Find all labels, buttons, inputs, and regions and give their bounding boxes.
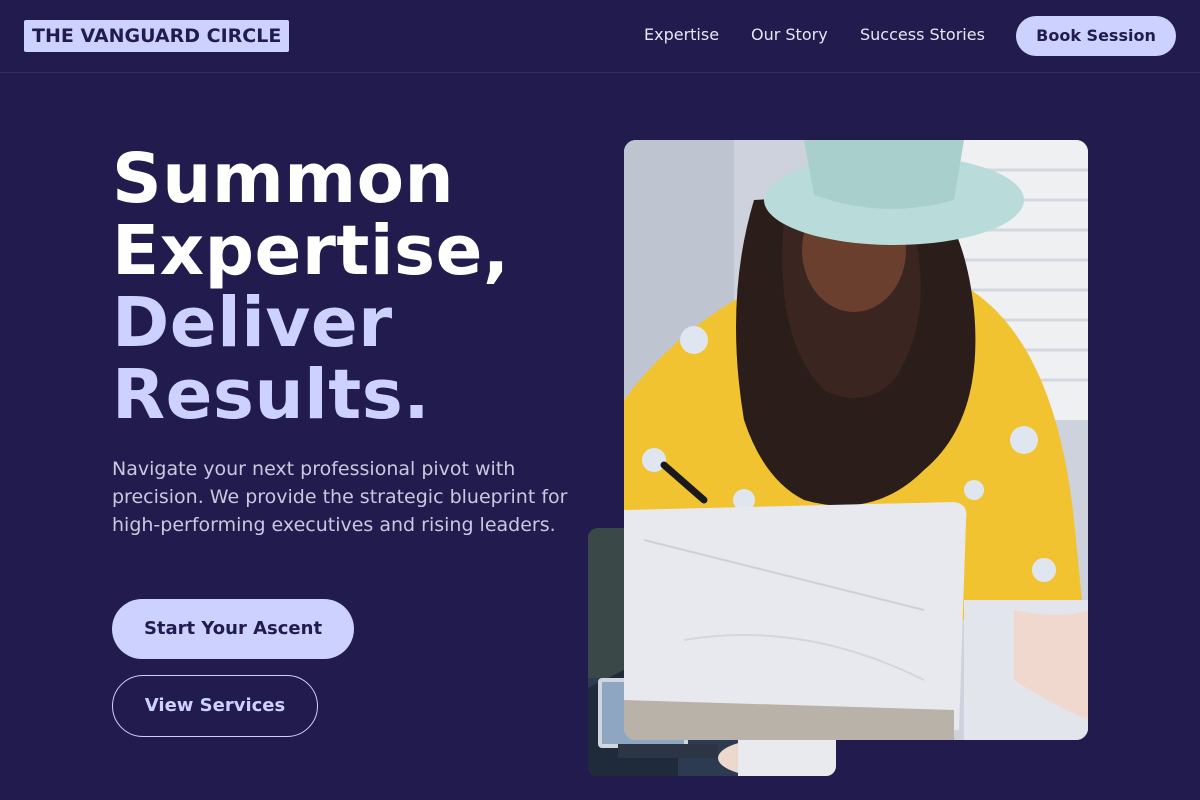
nav-link-success-stories[interactable]: Success Stories — [860, 25, 985, 45]
hero-title-accent-line: Results. — [112, 355, 431, 435]
main-hero-photo — [624, 140, 1088, 740]
site-logo[interactable]: THE VANGUARD CIRCLE — [24, 20, 290, 52]
hero-description: Navigate your next professional pivot wi… — [112, 458, 568, 536]
hero-title-accent-line: Deliver — [112, 283, 393, 363]
hero-title-line: Expertise, — [112, 211, 510, 291]
book-session-button[interactable]: Book Session — [1016, 16, 1176, 56]
site-header: THE VANGUARD CIRCLE Expertise Our Story … — [0, 0, 1200, 73]
nav-link-our-story[interactable]: Our Story — [751, 25, 828, 45]
hero-title: Summon Expertise, Deliver Results. — [112, 143, 592, 431]
nav-link-expertise[interactable]: Expertise — [644, 25, 719, 45]
view-services-button[interactable]: View Services — [112, 675, 318, 737]
start-your-ascent-button[interactable]: Start Your Ascent — [112, 599, 354, 659]
hero-title-line: Summon — [112, 139, 455, 219]
